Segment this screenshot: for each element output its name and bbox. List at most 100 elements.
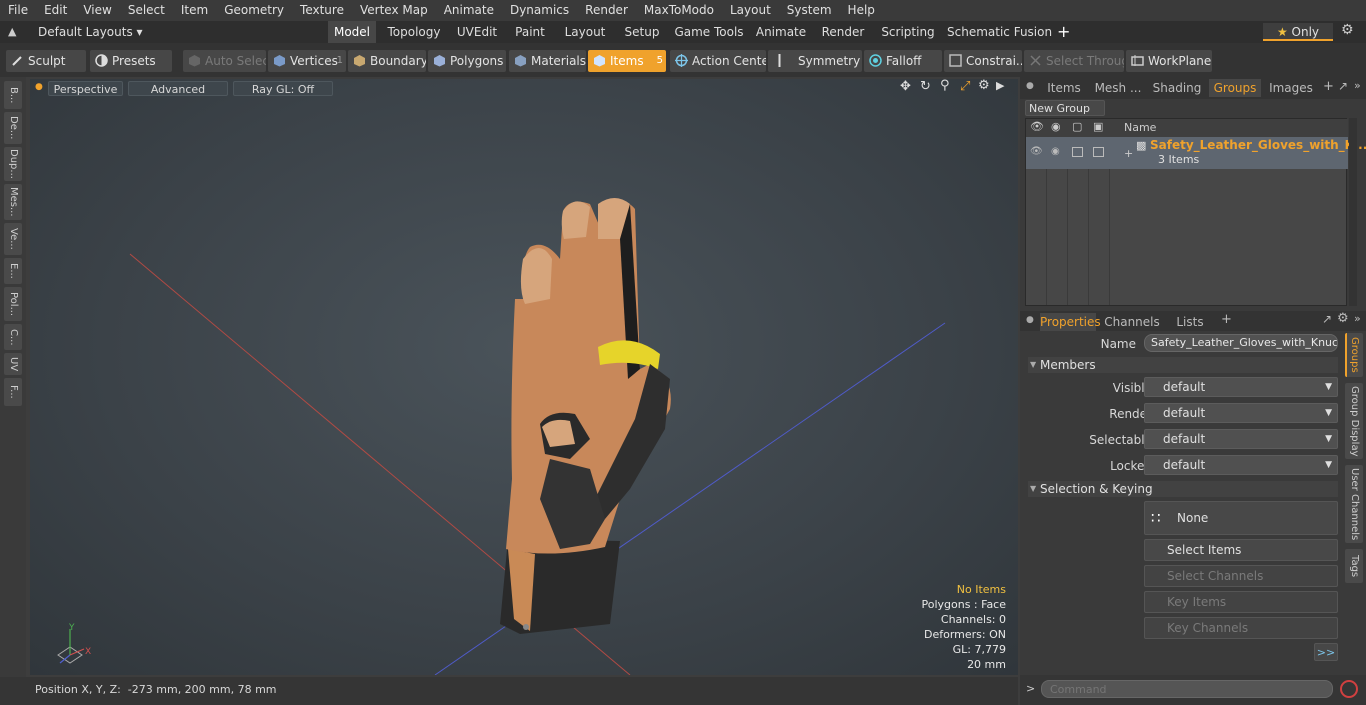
tab-model[interactable]: Model — [328, 21, 376, 43]
vertices-button[interactable]: Vertices 1 — [268, 50, 346, 72]
left-tab-duplicate[interactable]: Dup... — [4, 147, 22, 181]
render-toggle-icon[interactable]: ◉ — [1051, 146, 1060, 157]
tab-render[interactable]: Render — [817, 21, 869, 43]
groups-scrollbar[interactable] — [1349, 118, 1357, 306]
left-tab-vertex[interactable]: Ve... — [4, 223, 22, 255]
menu-view[interactable]: View — [75, 0, 119, 21]
select-channels-button[interactable]: Select Channels — [1144, 565, 1338, 587]
tab-shading[interactable]: Shading — [1150, 79, 1204, 97]
add-props-tab-icon[interactable]: + — [1221, 312, 1232, 327]
menu-layout[interactable]: Layout — [722, 0, 779, 21]
menu-maxtomodo[interactable]: MaxToModo — [636, 0, 722, 21]
lock-toggle-icon[interactable] — [1072, 147, 1083, 157]
props-more-icon[interactable]: » — [1354, 312, 1361, 325]
name-column-header[interactable]: Name — [1124, 121, 1156, 134]
left-tab-mesh-edit[interactable]: Mes... — [4, 184, 22, 220]
tab-uvedit[interactable]: UVEdit — [453, 21, 501, 43]
lock-column-icon[interactable]: ▢ — [1072, 120, 1082, 133]
collapse-up-icon[interactable]: ▲ — [8, 25, 16, 38]
side-tab-tags[interactable]: Tags — [1345, 549, 1363, 583]
panel-more-icon[interactable]: » — [1354, 79, 1361, 92]
selection-keying-section[interactable]: ▼ Selection & Keying — [1028, 481, 1338, 497]
tab-animate[interactable]: Animate — [754, 21, 808, 43]
render-column-icon[interactable]: ◉ — [1051, 120, 1061, 133]
expand-panel-icon[interactable]: ↗ — [1338, 79, 1348, 93]
select-toggle-icon[interactable] — [1093, 147, 1104, 157]
constraints-button[interactable]: Constrai... — [944, 50, 1022, 72]
menu-file[interactable]: File — [0, 0, 36, 21]
left-tab-edge[interactable]: E... — [4, 258, 22, 284]
select-column-icon[interactable]: ▣ — [1093, 120, 1103, 133]
key-items-button[interactable]: Key Items — [1144, 591, 1338, 613]
items-button[interactable]: Items 5 — [588, 50, 666, 72]
sculpt-button[interactable]: Sculpt — [6, 50, 86, 72]
add-tab-icon[interactable]: + — [1057, 21, 1070, 43]
materials-button[interactable]: Materials — [509, 50, 586, 72]
menu-geometry[interactable]: Geometry — [216, 0, 292, 21]
menu-render[interactable]: Render — [577, 0, 636, 21]
add-panel-tab-icon[interactable]: + — [1323, 79, 1334, 94]
left-tab-basic[interactable]: B... — [4, 81, 22, 109]
group-name-input[interactable]: Safety_Leather_Gloves_with_Knuckle — [1144, 334, 1338, 352]
none-selector-button[interactable]: ∷ None — [1144, 501, 1338, 535]
select-items-button[interactable]: Select Items — [1144, 539, 1338, 561]
expand-props-icon[interactable]: ↗ — [1322, 312, 1332, 326]
locked-dropdown[interactable]: default ▼ — [1144, 455, 1338, 475]
presets-button[interactable]: Presets — [90, 50, 172, 72]
expand-group-icon[interactable]: + — [1124, 147, 1133, 160]
3d-viewport[interactable]: ● Perspective Advanced Ray GL: Off ✥ ↻ ⚲… — [30, 79, 1018, 675]
tab-lists[interactable]: Lists — [1166, 313, 1214, 331]
menu-system[interactable]: System — [779, 0, 840, 21]
props-gear-icon[interactable]: ⚙ — [1337, 311, 1349, 326]
visible-dropdown[interactable]: default ▼ — [1144, 377, 1338, 397]
menu-item[interactable]: Item — [173, 0, 216, 21]
eye-column-icon[interactable]: 👁 — [1030, 120, 1044, 133]
tab-channels[interactable]: Channels — [1104, 313, 1160, 331]
side-tab-group-display[interactable]: Group Display — [1345, 383, 1363, 459]
menu-select[interactable]: Select — [120, 0, 173, 21]
members-section[interactable]: ▼ Members — [1028, 357, 1338, 373]
menu-vertex-map[interactable]: Vertex Map — [352, 0, 436, 21]
side-tab-user-channels[interactable]: User Channels — [1345, 465, 1363, 543]
left-tab-uv[interactable]: UV — [4, 353, 22, 375]
auto-select-button[interactable]: Auto Select — [183, 50, 266, 72]
left-tab-fusion[interactable]: F... — [4, 378, 22, 406]
menu-edit[interactable]: Edit — [36, 0, 75, 21]
action-center-button[interactable]: Action Center — [670, 50, 766, 72]
left-tab-polygon[interactable]: Pol... — [4, 287, 22, 321]
select-through-button[interactable]: Select Through — [1024, 50, 1124, 72]
tab-setup[interactable]: Setup — [620, 21, 664, 43]
new-group-button[interactable]: New Group — [1025, 100, 1105, 116]
visibility-toggle-icon[interactable]: 👁 — [1030, 146, 1043, 157]
default-layouts-dropdown[interactable]: Default Layouts ▾ — [38, 21, 143, 43]
group-row[interactable]: 👁 ◉ + ▩ Safety_Leather_Gloves_with_K ...… — [1026, 137, 1366, 169]
tab-properties[interactable]: Properties — [1040, 313, 1101, 331]
more-button[interactable]: >> — [1314, 643, 1338, 661]
menu-help[interactable]: Help — [840, 0, 883, 21]
gear-icon[interactable]: ⚙ — [1341, 22, 1354, 38]
tab-images[interactable]: Images — [1267, 79, 1315, 97]
tab-items[interactable]: Items — [1042, 79, 1086, 97]
menu-texture[interactable]: Texture — [292, 0, 352, 21]
tab-scripting[interactable]: Scripting — [878, 21, 938, 43]
symmetry-button[interactable]: Symmetry — [768, 50, 862, 72]
command-input[interactable] — [1041, 680, 1333, 698]
tab-schematic-fusion[interactable]: Schematic Fusion — [947, 21, 1052, 43]
tab-mesh[interactable]: Mesh ... — [1092, 79, 1144, 97]
record-icon[interactable] — [1340, 680, 1358, 698]
selectable-dropdown[interactable]: default ▼ — [1144, 429, 1338, 449]
tab-paint[interactable]: Paint — [510, 21, 550, 43]
tab-layout[interactable]: Layout — [559, 21, 611, 43]
falloff-button[interactable]: Falloff — [864, 50, 942, 72]
key-channels-button[interactable]: Key Channels — [1144, 617, 1338, 639]
side-tab-groups[interactable]: Groups — [1345, 333, 1363, 377]
tab-game-tools[interactable]: Game Tools — [673, 21, 745, 43]
tab-groups[interactable]: Groups — [1209, 79, 1261, 97]
left-tab-deform[interactable]: De... — [4, 112, 22, 144]
boundary-button[interactable]: Boundary — [348, 50, 426, 72]
render-dropdown[interactable]: default ▼ — [1144, 403, 1338, 423]
only-toggle[interactable]: ★ Only — [1263, 23, 1333, 41]
workplane-button[interactable]: WorkPlane — [1126, 50, 1212, 72]
polygons-button[interactable]: Polygons — [428, 50, 506, 72]
menu-animate[interactable]: Animate — [436, 0, 502, 21]
